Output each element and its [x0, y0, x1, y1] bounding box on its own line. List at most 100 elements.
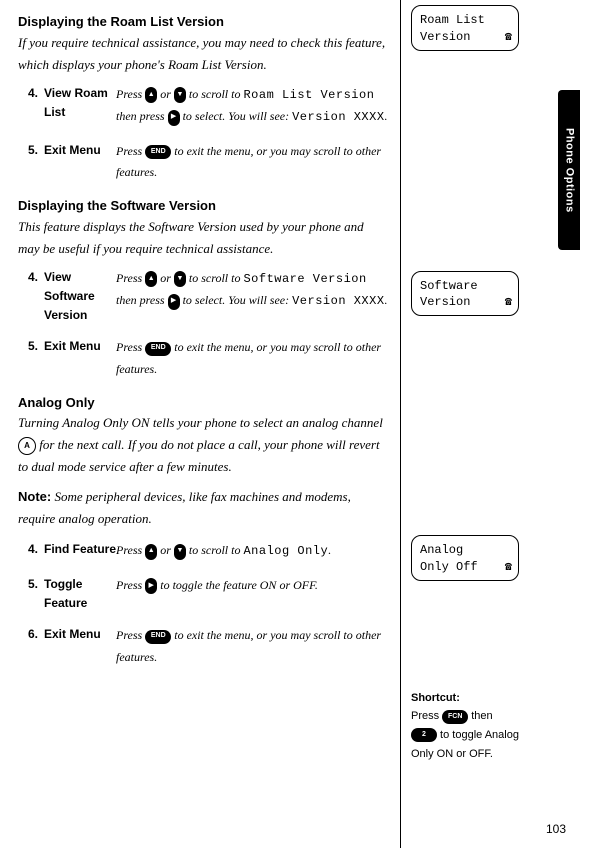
step-row: 5. Exit Menu Press END to exit the menu,…: [18, 141, 388, 184]
text: Press: [116, 87, 145, 101]
phone-display-roam-list: Roam List Version ☎: [411, 5, 519, 51]
step-number: 4.: [18, 268, 44, 326]
step-row: 5. Toggle Feature Press ▶ to toggle the …: [18, 575, 388, 613]
phone-icon: ☎: [505, 294, 512, 311]
step-row: 4. Find Feature Press ▲ or ▼ to scroll t…: [18, 540, 388, 563]
step-desc: Press ▶ to toggle the feature ON or OFF.: [116, 575, 388, 613]
note-text: Some peripheral devices, like fax machin…: [18, 489, 351, 526]
text: or: [157, 271, 174, 285]
heading-analog-only: Analog Only: [18, 393, 388, 413]
down-key-icon: ▼: [174, 271, 186, 287]
step-label: Toggle Feature: [44, 575, 116, 613]
text: Press: [116, 543, 145, 557]
step-row: 5. Exit Menu Press END to exit the menu,…: [18, 337, 388, 380]
shortcut-title: Shortcut:: [411, 689, 521, 708]
text: to select. You will see:: [180, 293, 293, 307]
phone-display-analog: Analog Only Off ☎: [411, 535, 519, 581]
display-line: Roam List: [420, 12, 510, 29]
section-analog-only: Analog Only Turning Analog Only ON tells…: [18, 393, 388, 669]
select-key-icon: ▶: [168, 110, 180, 126]
intro-analog-only: Turning Analog Only ON tells your phone …: [18, 412, 388, 478]
step-number: 6.: [18, 625, 44, 668]
phone-display-software: Software Version ☎: [411, 271, 519, 317]
step-label: Find Feature: [44, 540, 116, 563]
main-column: Displaying the Roam List Version If you …: [0, 0, 400, 848]
step-desc: Press ▲ or ▼ to scroll to Roam List Vers…: [116, 84, 388, 129]
section-roam-list: Displaying the Roam List Version If you …: [18, 12, 388, 184]
text: .: [385, 109, 388, 123]
select-key-icon: ▶: [168, 294, 180, 310]
text: then press: [116, 109, 168, 123]
phone-icon: ☎: [505, 29, 512, 46]
display-line: Software: [420, 278, 510, 295]
manual-page: Displaying the Roam List Version If you …: [0, 0, 594, 848]
down-key-icon: ▼: [174, 544, 186, 560]
up-key-icon: ▲: [145, 87, 157, 103]
lcd-text: Roam List Version: [243, 88, 374, 102]
lcd-text: Analog Only: [243, 544, 328, 558]
fcn-key-icon: FCN: [442, 710, 468, 724]
text: Turning Analog Only ON tells your phone …: [18, 415, 383, 430]
step-number: 5.: [18, 575, 44, 613]
text: Press: [116, 628, 145, 642]
text: for the next call. If you do not place a…: [18, 437, 380, 474]
analog-a-icon: A: [18, 437, 36, 455]
text: .: [385, 293, 388, 307]
text: Press: [116, 144, 145, 158]
display-line: Version: [420, 29, 510, 46]
up-key-icon: ▲: [145, 271, 157, 287]
text: to scroll to: [186, 543, 244, 557]
display-line: Only Off: [420, 559, 510, 576]
lcd-text: Version XXXX: [292, 294, 384, 308]
intro-software-version: This feature displays the Software Versi…: [18, 216, 388, 260]
end-key-icon: END: [145, 630, 171, 644]
step-desc: Press END to exit the menu, or you may s…: [116, 337, 388, 380]
display-line: Analog: [420, 542, 510, 559]
step-desc: Press ▲ or ▼ to scroll to Software Versi…: [116, 268, 388, 326]
display-line: Version: [420, 294, 510, 311]
text: then: [468, 710, 492, 722]
step-number: 5.: [18, 141, 44, 184]
lcd-text: Software Version: [243, 272, 366, 286]
select-key-icon: ▶: [145, 578, 157, 594]
down-key-icon: ▼: [174, 87, 186, 103]
text: then press: [116, 293, 168, 307]
step-desc: Press END to exit the menu, or you may s…: [116, 625, 388, 668]
text: or: [157, 543, 174, 557]
shortcut-box: Shortcut: Press FCN then 2 to toggle Ana…: [411, 689, 521, 764]
text: to scroll to: [186, 87, 244, 101]
note-block: Note: Some peripheral devices, like fax …: [18, 486, 388, 530]
step-desc: Press END to exit the menu, or you may s…: [116, 141, 388, 184]
text: Press: [116, 578, 145, 592]
step-label: Exit Menu: [44, 625, 116, 668]
text: .: [328, 543, 331, 557]
step-desc: Press ▲ or ▼ to scroll to Analog Only.: [116, 540, 388, 563]
step-number: 4.: [18, 540, 44, 563]
heading-roam-list: Displaying the Roam List Version: [18, 12, 388, 32]
step-row: 6. Exit Menu Press END to exit the menu,…: [18, 625, 388, 668]
end-key-icon: END: [145, 342, 171, 356]
text: Press: [116, 271, 145, 285]
text: Press: [411, 710, 442, 722]
phone-icon: ☎: [505, 559, 512, 576]
end-key-icon: END: [145, 145, 171, 159]
text: Press: [116, 340, 145, 354]
step-label: Exit Menu: [44, 337, 116, 380]
intro-roam-list: If you require technical assistance, you…: [18, 32, 388, 76]
section-software-version: Displaying the Software Version This fea…: [18, 196, 388, 380]
step-number: 5.: [18, 337, 44, 380]
step-label: View Software Version: [44, 268, 116, 326]
page-number: 103: [546, 820, 566, 838]
section-tab: Phone Options: [558, 90, 580, 250]
step-row: 4. View Roam List Press ▲ or ▼ to scroll…: [18, 84, 388, 129]
step-row: 4. View Software Version Press ▲ or ▼ to…: [18, 268, 388, 326]
lcd-text: Version XXXX: [292, 110, 384, 124]
text: to select. You will see:: [180, 109, 293, 123]
note-label: Note:: [18, 489, 51, 504]
text: to scroll to: [186, 271, 244, 285]
heading-software-version: Displaying the Software Version: [18, 196, 388, 216]
up-key-icon: ▲: [145, 544, 157, 560]
side-column: Phone Options Roam List Version ☎ Softwa…: [400, 0, 580, 848]
step-number: 4.: [18, 84, 44, 129]
step-label: View Roam List: [44, 84, 116, 129]
